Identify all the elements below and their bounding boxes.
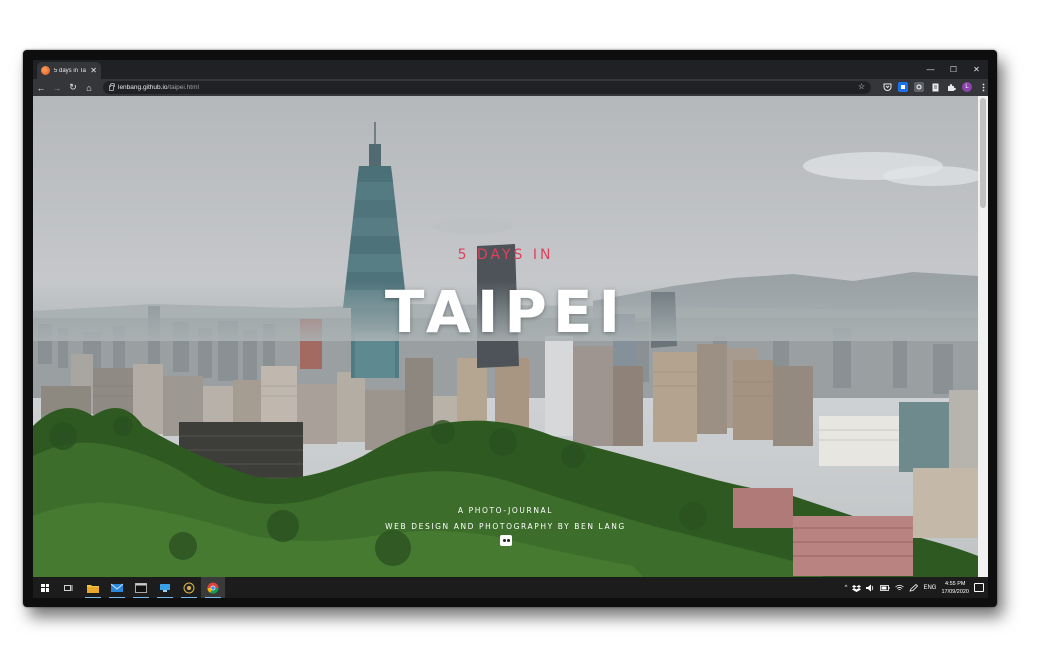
task-view-button[interactable] bbox=[57, 577, 81, 598]
page-scrollbar[interactable] bbox=[978, 96, 988, 577]
close-window-button[interactable]: ✕ bbox=[965, 60, 988, 79]
url-path: /taipei.html bbox=[167, 84, 199, 91]
remote-desktop-icon bbox=[160, 583, 170, 592]
taskbar-mail[interactable] bbox=[105, 577, 129, 598]
back-button[interactable]: ← bbox=[33, 80, 49, 96]
profile-avatar[interactable]: L bbox=[962, 82, 972, 92]
battery-icon[interactable] bbox=[880, 584, 890, 592]
forward-button[interactable]: → bbox=[49, 80, 65, 96]
notification-center-icon[interactable] bbox=[974, 583, 984, 592]
folder-icon bbox=[87, 584, 99, 593]
start-button[interactable] bbox=[33, 577, 57, 598]
flickr-icon[interactable] bbox=[500, 535, 512, 546]
language-indicator[interactable]: ENG bbox=[923, 585, 936, 591]
dropbox-icon[interactable] bbox=[852, 584, 862, 592]
windows-logo-icon bbox=[41, 583, 49, 592]
tab-strip: 5 days in Tai ✕ — ☐ ✕ bbox=[33, 60, 988, 79]
system-tray: ^ ENG 4:55 PM 17/09/2020 bbox=[845, 577, 988, 598]
address-bar[interactable]: lenbang.github.io/taipei.html ☆ bbox=[103, 81, 871, 94]
mail-icon bbox=[111, 583, 123, 592]
reload-button[interactable]: ↻ bbox=[65, 80, 81, 96]
hero-credit: WEB DESIGN AND PHOTOGRAPHY BY BEN LANG bbox=[385, 522, 626, 531]
browser-tab[interactable]: 5 days in Tai ✕ bbox=[37, 62, 101, 79]
page-viewport: 5 DAYS IN TAIPEI A PHOTO-JOURNAL WEB DES… bbox=[33, 96, 978, 577]
volume-icon[interactable] bbox=[866, 584, 875, 592]
hero-tagline: A PHOTO-JOURNAL bbox=[457, 506, 554, 515]
taskbar-clock[interactable]: 4:55 PM 17/09/2020 bbox=[941, 580, 969, 596]
minimize-button[interactable]: — bbox=[919, 60, 942, 79]
windows-taskbar: ^ ENG 4:55 PM 17/09/2020 bbox=[33, 577, 988, 598]
tray-chevron-icon[interactable]: ^ bbox=[845, 585, 848, 591]
maximize-button[interactable]: ☐ bbox=[942, 60, 965, 79]
taskbar-file-explorer[interactable] bbox=[81, 577, 105, 598]
document-extension-icon[interactable] bbox=[930, 82, 940, 92]
menu-kebab-icon[interactable] bbox=[978, 82, 988, 92]
url-text: lenbang.github.io/taipei.html bbox=[118, 84, 199, 91]
wifi-icon[interactable] bbox=[895, 584, 905, 592]
terminal-icon bbox=[135, 582, 147, 593]
tab-close-button[interactable]: ✕ bbox=[90, 66, 97, 75]
clock-date: 17/09/2020 bbox=[941, 588, 969, 595]
taskbar-terminal[interactable] bbox=[129, 577, 153, 598]
lock-icon bbox=[109, 82, 115, 91]
extension-icons: L bbox=[882, 82, 988, 92]
chrome-icon bbox=[207, 582, 219, 594]
hero-title: TAIPEI bbox=[384, 278, 627, 346]
hero-subtitle: 5 DAYS IN bbox=[457, 247, 554, 263]
puzzle-extensions-icon[interactable] bbox=[946, 82, 956, 92]
favicon-icon bbox=[41, 66, 50, 75]
extension-blue-icon[interactable] bbox=[898, 82, 908, 92]
url-host: lenbang.github.io bbox=[118, 84, 168, 91]
taskbar-chrome[interactable] bbox=[201, 577, 225, 598]
pocket-icon[interactable] bbox=[882, 82, 892, 92]
window-controls: — ☐ ✕ bbox=[919, 60, 988, 79]
screen: 5 days in Tai ✕ — ☐ ✕ ← → ↻ ⌂ lenbang.gi… bbox=[33, 60, 988, 598]
browser-toolbar: ← → ↻ ⌂ lenbang.github.io/taipei.html ☆ bbox=[33, 79, 988, 96]
scrollbar-thumb[interactable] bbox=[980, 98, 986, 208]
app-shield-icon bbox=[183, 582, 195, 593]
task-view-icon bbox=[64, 584, 73, 591]
bookmark-star-icon[interactable]: ☆ bbox=[858, 82, 865, 91]
device-frame: 5 days in Tai ✕ — ☐ ✕ ← → ↻ ⌂ lenbang.gi… bbox=[23, 50, 997, 607]
taskbar-app-dark[interactable] bbox=[177, 577, 201, 598]
taskbar-remote-desktop[interactable] bbox=[153, 577, 177, 598]
pen-icon[interactable] bbox=[909, 583, 919, 592]
home-button[interactable]: ⌂ bbox=[81, 80, 97, 96]
tab-title: 5 days in Tai bbox=[54, 67, 87, 74]
extension-gray-icon[interactable] bbox=[914, 82, 924, 92]
clock-time: 4:55 PM bbox=[944, 580, 966, 587]
